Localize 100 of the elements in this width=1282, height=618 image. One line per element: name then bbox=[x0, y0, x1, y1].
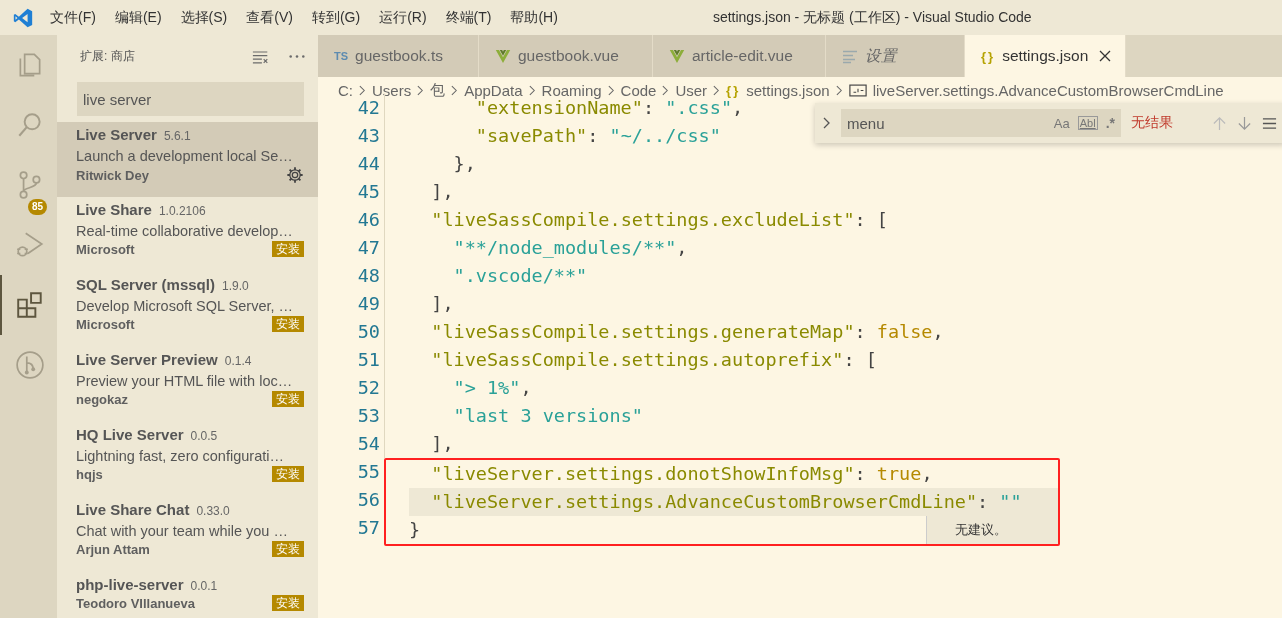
json-file-icon: {} bbox=[726, 82, 741, 98]
extension-name: Live Server bbox=[76, 126, 157, 143]
extension-item[interactable]: Live Share 1.0.2106 Real-time collaborative develop… Microsoft 安装 bbox=[57, 197, 318, 272]
extension-version: 0.0.1 bbox=[190, 579, 218, 593]
menubar-item[interactable]: 终端(T) bbox=[445, 8, 492, 27]
code-line: ".vscode/**" bbox=[452, 264, 588, 288]
extension-description: Lightning fast, zero configurati… bbox=[76, 448, 285, 464]
menubar-item[interactable]: 转到(G) bbox=[311, 8, 361, 27]
line-number: 49 bbox=[356, 292, 380, 316]
code-line: "liveSassCompile.settings.autoprefix": [ bbox=[430, 348, 877, 372]
string-symbol-icon bbox=[848, 83, 867, 97]
extension-publisher: negokaz bbox=[76, 391, 128, 407]
vue-file-icon bbox=[669, 48, 685, 64]
search-field[interactable]: live server bbox=[77, 82, 304, 116]
install-button[interactable]: 安装 bbox=[272, 541, 304, 557]
extension-version: 5.6.1 bbox=[163, 129, 191, 143]
line-number: 52 bbox=[356, 376, 380, 400]
chevron-icon bbox=[662, 84, 670, 96]
menu-icon[interactable] bbox=[1262, 115, 1277, 131]
breadcrumb-item[interactable]: Code bbox=[620, 81, 657, 99]
menubar-item[interactable]: 运行(R) bbox=[379, 8, 427, 27]
settings-icon[interactable] bbox=[286, 166, 304, 184]
line-number: 56 bbox=[356, 488, 380, 512]
extension-publisher: Microsoft bbox=[76, 241, 135, 257]
code-line: "> 1%", bbox=[452, 376, 532, 400]
line-number: 54 bbox=[356, 432, 380, 456]
editor-tab[interactable]: 设置 bbox=[826, 35, 965, 77]
lines-icon bbox=[842, 48, 858, 64]
extension-name: HQ Live Server bbox=[76, 426, 184, 443]
find-input[interactable]: menu Aa Abl .* bbox=[841, 109, 1121, 137]
extensions-icon[interactable] bbox=[14, 290, 45, 320]
close-icon[interactable] bbox=[1099, 50, 1112, 62]
extension-description: Real-time collaborative develop… bbox=[76, 223, 294, 239]
install-button[interactable]: 安装 bbox=[272, 241, 304, 257]
extension-publisher: hqjs bbox=[76, 466, 103, 482]
install-button[interactable]: 安装 bbox=[272, 595, 304, 611]
extension-publisher: Microsoft bbox=[76, 316, 135, 332]
menubar-item[interactable]: 选择(S) bbox=[180, 8, 228, 27]
line-number: 53 bbox=[356, 404, 380, 428]
breadcrumb-item[interactable]: 包 bbox=[430, 80, 446, 100]
line-number: 44 bbox=[356, 152, 380, 176]
find-option-toggle[interactable]: .* bbox=[1105, 115, 1115, 131]
extension-item[interactable]: Live Server Preview 0.1.4 Preview your HTML file with loc… negokaz 安装 bbox=[57, 347, 318, 422]
extension-item[interactable]: php-live-server 0.0.1 Teodoro VIllanueva 安装 bbox=[57, 572, 318, 618]
extension-version: 1.0.2106 bbox=[158, 204, 206, 218]
breadcrumb-item[interactable]: Users bbox=[372, 81, 412, 99]
vue-file-icon bbox=[495, 48, 511, 64]
window-title: settings.json - 无标题 (工作区) - Visual Studio Code bbox=[712, 8, 1032, 27]
extension-description: Chat with your team while you … bbox=[76, 523, 289, 539]
extension-version: 0.0.5 bbox=[190, 429, 218, 443]
extension-description: Launch a development local Se… bbox=[76, 148, 294, 164]
breadcrumb-item[interactable]: liveServer.settings.AdvanceCustomBrowserCmdLine bbox=[872, 81, 1224, 99]
breadcrumb-item[interactable]: Roaming bbox=[541, 81, 602, 99]
json-file-icon: {} bbox=[981, 48, 996, 64]
line-number: 57 bbox=[356, 516, 380, 540]
code-line: "last 3 versions" bbox=[452, 404, 643, 428]
install-button[interactable]: 安装 bbox=[272, 316, 304, 332]
extension-name: Live Share Chat bbox=[76, 501, 190, 518]
menubar-item[interactable]: 查看(V) bbox=[246, 8, 293, 27]
line-number: 42 bbox=[356, 96, 380, 120]
editor-tab[interactable]: article-edit.vue bbox=[653, 35, 826, 77]
extension-item[interactable]: Live Server 5.6.1 Launch a development local Se… Ritwick Dey bbox=[57, 122, 318, 197]
code-line: ], bbox=[430, 180, 454, 204]
find-option-toggle[interactable]: Abl bbox=[1077, 116, 1098, 130]
typescript-file-icon: TS bbox=[334, 50, 349, 62]
arrow-up-icon[interactable] bbox=[1212, 115, 1227, 131]
breadcrumb-item[interactable]: C: bbox=[338, 81, 353, 99]
breadcrumb-item[interactable]: AppData bbox=[464, 81, 523, 99]
menubar-item[interactable]: 编辑(E) bbox=[114, 8, 162, 27]
chevron-icon bbox=[713, 84, 721, 96]
code-line: "savePath": "~/../css" bbox=[474, 124, 721, 148]
chevron-icon bbox=[528, 84, 536, 96]
run-debug-icon[interactable] bbox=[14, 230, 45, 260]
editor-tab[interactable]: {} settings.json bbox=[965, 35, 1127, 77]
editor-tab[interactable]: guestbook.vue bbox=[479, 35, 653, 77]
chevron-icon[interactable] bbox=[823, 117, 831, 129]
breadcrumb-item[interactable]: User bbox=[675, 81, 708, 99]
find-option-toggle[interactable]: Aa bbox=[1053, 115, 1070, 131]
extension-item[interactable]: HQ Live Server 0.0.5 Lightning fast, zero configurati… hqjs 安装 bbox=[57, 422, 318, 497]
install-button[interactable]: 安装 bbox=[272, 466, 304, 482]
breadcrumb-item[interactable]: settings.json bbox=[746, 81, 830, 99]
code-line: "liveSassCompile.settings.generateMap": false, bbox=[430, 320, 944, 344]
extension-publisher: Teodoro VIllanueva bbox=[76, 595, 195, 611]
editor-tab[interactable]: TS guestbook.ts bbox=[318, 35, 479, 77]
extension-item[interactable]: SQL Server (mssql) 1.9.0 Develop Microsoft SQL Server, … Microsoft 安装 bbox=[57, 272, 318, 347]
menubar-item[interactable]: 帮助(H) bbox=[510, 8, 558, 27]
menubar-item[interactable]: 文件(F) bbox=[50, 8, 96, 27]
count-badge: 85 bbox=[28, 199, 48, 215]
code-line: "liveServer.settings.donotShowInfoMsg": true, bbox=[430, 462, 933, 486]
extension-name: Live Share bbox=[76, 201, 152, 218]
extension-name: Live Server Preview bbox=[76, 351, 218, 368]
app-logo-icon bbox=[12, 6, 34, 29]
line-number: 43 bbox=[356, 124, 380, 148]
line-number: 47 bbox=[356, 236, 380, 260]
clear-list-icon[interactable] bbox=[252, 48, 270, 64]
extension-version: 0.33.0 bbox=[196, 504, 230, 518]
arrow-down-icon[interactable] bbox=[1237, 115, 1252, 131]
install-button[interactable]: 安装 bbox=[272, 391, 304, 407]
circle-branch-icon[interactable] bbox=[14, 350, 45, 380]
extension-item[interactable]: Live Share Chat 0.33.0 Chat with your team while you … Arjun Attam 安装 bbox=[57, 497, 318, 572]
